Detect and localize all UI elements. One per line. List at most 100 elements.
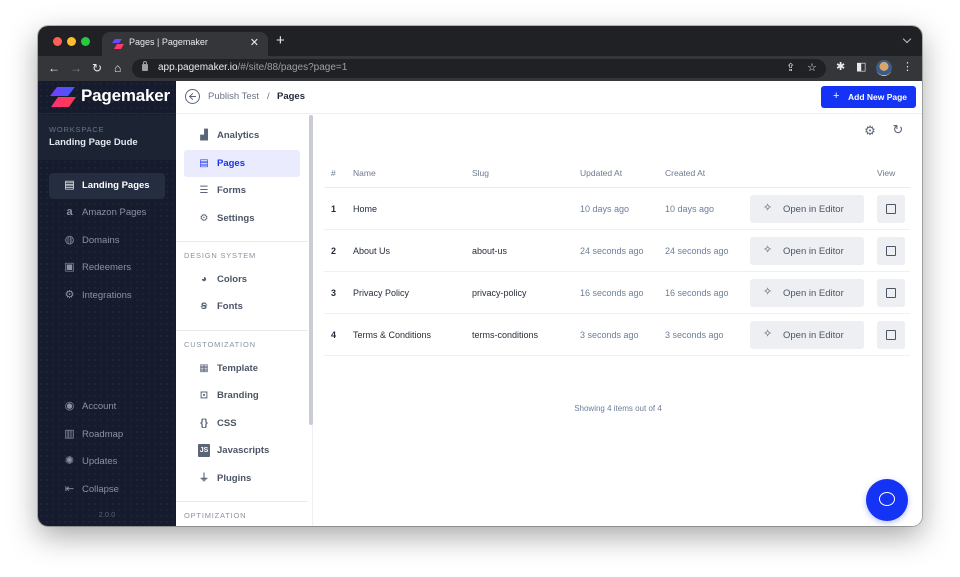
- braces-icon: {}: [200, 418, 208, 429]
- view-page-button[interactable]: [877, 321, 905, 349]
- section-optimization: OPTIMIZATION: [184, 511, 247, 520]
- sidebar-item-integrations[interactable]: ⚙ Integrations: [49, 283, 165, 309]
- workspace-switcher[interactable]: WORKSPACE Landing Page Dude: [38, 115, 176, 160]
- user-circle-icon: ◉: [64, 400, 75, 412]
- plus-icon: +: [833, 90, 840, 102]
- submenu-item-branding[interactable]: ⊡ Branding: [184, 382, 300, 409]
- profile-avatar[interactable]: [876, 60, 892, 76]
- submenu-item-analytics[interactable]: ▟ Analytics: [184, 122, 300, 149]
- updated-at: 24 seconds ago: [580, 246, 644, 256]
- browser-menu-icon[interactable]: ⋮: [902, 60, 913, 73]
- sidebar-item-updates[interactable]: ✺ Updates: [49, 449, 165, 475]
- add-new-page-button[interactable]: + Add New Page: [821, 86, 916, 108]
- globe-icon: ◍: [64, 234, 75, 246]
- back-circle-icon[interactable]: [185, 89, 200, 104]
- divider: [176, 330, 308, 331]
- column-header-number: #: [331, 168, 336, 178]
- view-page-button[interactable]: [877, 237, 905, 265]
- reload-icon[interactable]: ↻: [92, 60, 102, 76]
- submenu-item-plugins[interactable]: ⏚ Plugins: [184, 465, 300, 492]
- open-in-editor-button[interactable]: ✧ Open in Editor: [750, 195, 864, 223]
- address-bar[interactable]: app.pagemaker.io/#/site/88/pages?page=1 …: [132, 59, 826, 78]
- extensions-puzzle-icon[interactable]: ✱: [836, 60, 845, 73]
- sidebar-item-collapse[interactable]: ⇤ Collapse: [49, 477, 165, 503]
- pagemaker-logo-icon: [50, 87, 76, 107]
- submenu-item-colors[interactable]: ◕ Colors: [184, 266, 300, 293]
- collapse-left-icon: ⇤: [64, 483, 75, 495]
- section-design-system: DESIGN SYSTEM: [184, 251, 257, 260]
- column-header-slug: Slug: [472, 168, 490, 178]
- brand-name: Pagemaker: [81, 86, 170, 105]
- sidebar-item-account[interactable]: ◉ Account: [49, 394, 165, 420]
- brand[interactable]: Pagemaker: [38, 81, 176, 114]
- table-row: 1 Home 10 days ago 10 days ago ✧ Open in…: [324, 188, 910, 230]
- created-at: 24 seconds ago: [665, 246, 729, 256]
- font-icon: Ꞩ: [200, 301, 208, 311]
- refresh-icon[interactable]: ↻: [891, 123, 905, 137]
- tab-search-chevron-icon[interactable]: [902, 34, 912, 44]
- forward-arrow-icon[interactable]: →: [70, 60, 82, 76]
- submenu-item-pages[interactable]: ▤ Pages: [184, 150, 300, 177]
- submenu-item-forms[interactable]: ☰ Forms: [184, 177, 300, 204]
- lock-icon: [142, 61, 148, 71]
- sidebar-item-domains[interactable]: ◍ Domains: [49, 228, 165, 254]
- submenu-scrollbar[interactable]: [309, 115, 313, 425]
- submenu-item-template[interactable]: ▦ Template: [184, 355, 300, 382]
- created-at: 10 days ago: [665, 204, 715, 214]
- magic-wand-icon: ✧: [763, 286, 773, 298]
- document-icon: ▤: [199, 158, 209, 169]
- sidebar-item-amazon-pages[interactable]: a Amazon Pages: [49, 200, 165, 226]
- submenu-item-css[interactable]: {} CSS: [184, 410, 300, 437]
- table-settings-gear-icon[interactable]: ⚙: [863, 124, 877, 138]
- magic-wand-icon: ✧: [763, 328, 773, 340]
- minimize-window-button[interactable]: [67, 37, 76, 46]
- pagemaker-favicon-icon: [112, 39, 124, 49]
- view-page-button[interactable]: [877, 279, 905, 307]
- gear-icon: ⚙: [199, 213, 209, 224]
- submenu-item-javascripts[interactable]: JS Javascripts: [184, 437, 300, 464]
- tab-strip: Pages | Pagemaker ✕ +: [38, 26, 922, 56]
- page-slug: terms-conditions: [472, 330, 539, 340]
- back-arrow-icon[interactable]: ←: [48, 60, 60, 76]
- table-row: 4 Terms & Conditions terms-conditions 3 …: [324, 314, 910, 356]
- updated-at: 10 days ago: [580, 204, 630, 214]
- external-link-icon: [886, 330, 896, 340]
- close-tab-icon[interactable]: ✕: [250, 36, 259, 49]
- maximize-window-button[interactable]: [81, 37, 90, 46]
- view-page-button[interactable]: [877, 195, 905, 223]
- table-header: # Name Slug Updated At Created At View: [324, 163, 910, 188]
- open-in-editor-button[interactable]: ✧ Open in Editor: [750, 279, 864, 307]
- ticket-icon: ▣: [64, 261, 75, 273]
- workspace-label: WORKSPACE: [49, 125, 105, 134]
- sidebar-item-redeemers[interactable]: ▣ Redeemers: [49, 255, 165, 281]
- open-in-editor-button[interactable]: ✧ Open in Editor: [750, 321, 864, 349]
- open-in-editor-button[interactable]: ✧ Open in Editor: [750, 237, 864, 265]
- home-icon[interactable]: ⌂: [114, 60, 121, 76]
- js-icon: JS: [198, 444, 210, 457]
- main-sidebar: Pagemaker WORKSPACE Landing Page Dude ▤ …: [38, 81, 176, 526]
- branding-icon: ⊡: [199, 390, 209, 401]
- url-text[interactable]: app.pagemaker.io/#/site/88/pages?page=1: [158, 62, 347, 73]
- sidebar-item-roadmap[interactable]: ▥ Roadmap: [49, 422, 165, 448]
- app-version: 2.0.0: [98, 510, 116, 519]
- external-link-icon: [886, 204, 896, 214]
- breadcrumb-parent[interactable]: Publish Test: [208, 91, 259, 102]
- submenu-item-fonts[interactable]: Ꞩ Fonts: [184, 293, 300, 320]
- support-chat-button[interactable]: [866, 479, 908, 521]
- external-link-icon: [886, 288, 896, 298]
- page-slug: about-us: [472, 246, 508, 256]
- new-tab-icon[interactable]: +: [276, 32, 285, 49]
- updated-at: 16 seconds ago: [580, 288, 644, 298]
- side-panel-icon[interactable]: ◧: [856, 60, 866, 73]
- plug-icon: ⏚: [199, 473, 209, 484]
- bookmark-star-icon[interactable]: ☆: [807, 61, 817, 74]
- created-at: 3 seconds ago: [665, 330, 724, 340]
- sidebar-item-landing-pages[interactable]: ▤ Landing Pages: [49, 173, 165, 199]
- submenu-item-settings[interactable]: ⚙ Settings: [184, 205, 300, 232]
- map-icon: ▥: [64, 428, 75, 440]
- newspaper-icon: ▤: [64, 179, 75, 191]
- column-header-updated: Updated At: [580, 168, 623, 178]
- close-window-button[interactable]: [53, 37, 62, 46]
- share-icon[interactable]: ⇪: [786, 61, 795, 74]
- browser-tab[interactable]: Pages | Pagemaker ✕: [102, 32, 268, 56]
